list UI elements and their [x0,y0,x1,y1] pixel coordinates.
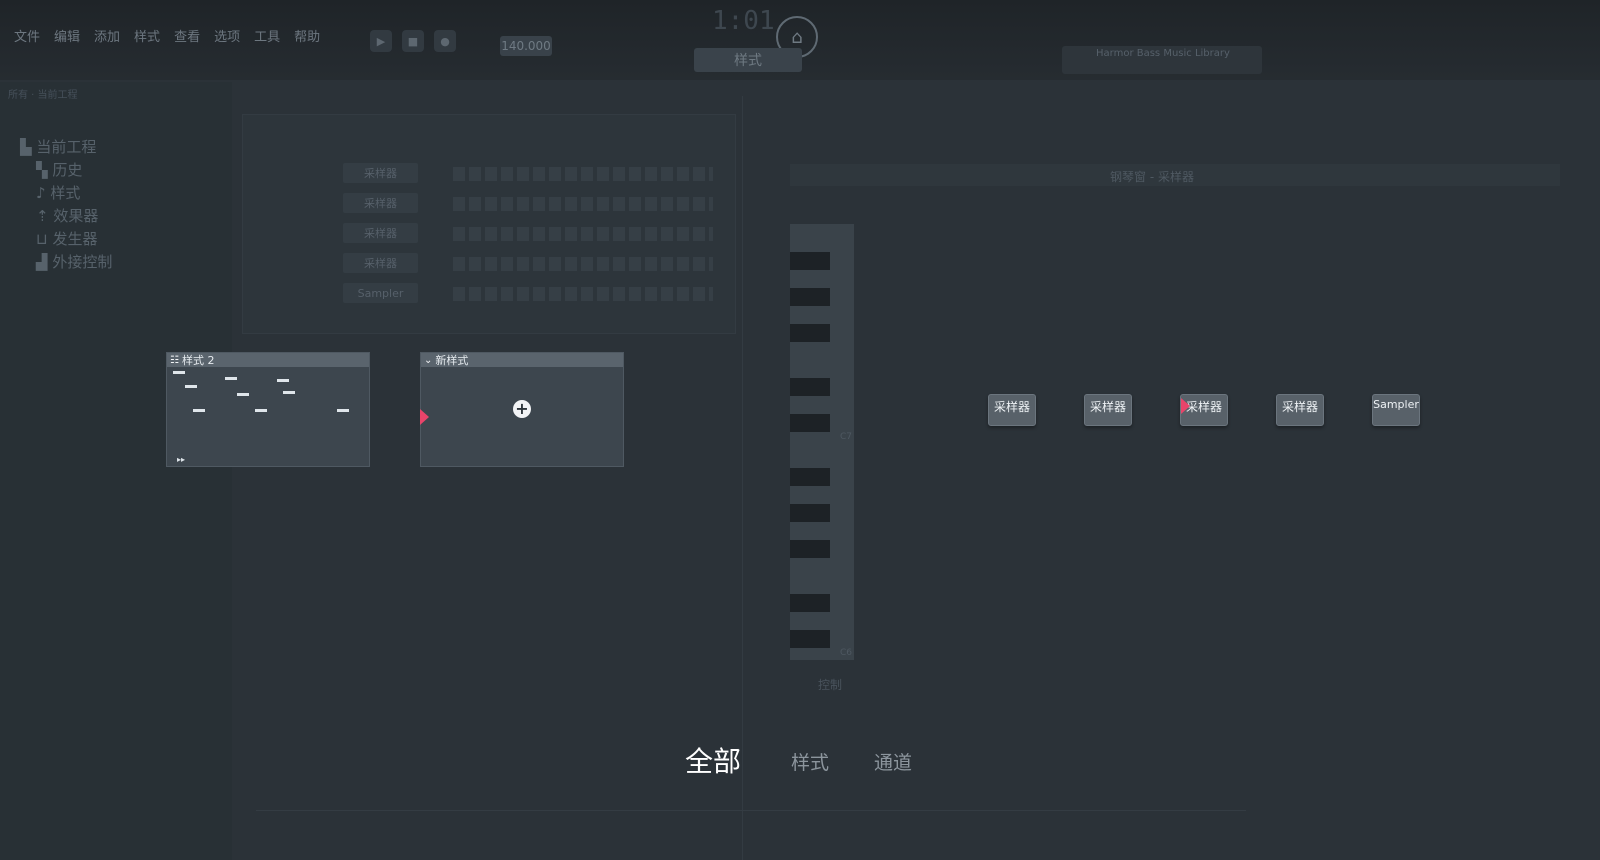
note-preview [255,409,267,412]
menu-help: 帮助 [294,30,321,45]
browser-path: 所有 · 当前工程 [8,90,78,101]
note-preview [193,409,205,412]
channel-button[interactable]: Sampler [1372,394,1420,426]
play-marker-icon [1181,398,1190,414]
pattern-card-title: ⌄ 新样式 [421,353,623,367]
pattern-selector: 样式 [694,48,802,72]
note-preview [283,391,295,394]
play-icon: ▶ [370,30,392,52]
black-key [790,414,830,432]
transport-controls: ▶ ■ ● [370,30,456,52]
news-panel: Harmor Bass Music Library [1062,46,1262,74]
time-display: 1:01 [712,6,775,36]
main-menu: 文件 编辑 添加 样式 查看 选项 工具 帮助 [14,26,320,45]
rack-row: 采样器 [343,163,418,183]
piano-roll-header: 钢琴窗 - 采样器 [790,164,1560,186]
menu-add: 添加 [94,30,121,45]
step-row [453,287,713,301]
rack-row: 采样器 [343,223,418,243]
control-label: 控制 [818,678,843,692]
chevron-down-icon: ⌄ [424,354,433,366]
tree-item-generators: ⊔ 发生器 [36,230,98,248]
note-preview [237,393,249,396]
channel-button[interactable]: 采样器 [988,394,1036,426]
channel-button[interactable]: 采样器 [1276,394,1324,426]
menu-view: 查看 [174,30,201,45]
black-key [790,324,830,342]
black-key [790,288,830,306]
black-key [790,504,830,522]
tree-item-remote: ▟ 外接控制 [36,253,113,271]
pattern-icon: ☷ [170,354,179,366]
tree-item-patterns: ♪ 样式 [36,184,81,202]
tab-channels[interactable]: 通道 [874,748,912,775]
note-preview [173,371,185,374]
black-key [790,468,830,486]
key-label: C7 [839,432,852,442]
piano-keys: C7 C6 [790,224,854,660]
channel-rack: 采样器 采样器 采样器 采样器 Sampler [242,114,736,334]
menu-file: 文件 [14,30,41,45]
rack-row: 采样器 [343,193,418,213]
tree-root: ▙ 当前工程 [20,138,97,156]
browser-tree: ▙ 当前工程 ▚ 历史 ♪ 样式 ⇡ 效果器 ⊔ 发生器 ▟ 外接控制 [20,136,112,274]
note-preview [337,409,349,412]
pattern-card-pattern-2[interactable]: ☷ 样式 2 ▸▸ [166,352,370,467]
pattern-card-new[interactable]: ⌄ 新样式 + [420,352,624,467]
black-key [790,630,830,648]
stop-icon: ■ [402,30,424,52]
piano-roll-title: 钢琴窗 - 采样器 [1110,170,1194,184]
play-marker-icon [420,409,429,425]
menu-patterns: 样式 [134,30,161,45]
add-pattern-icon[interactable]: + [513,400,531,418]
filter-tabs: 全部 样式 通道 [0,740,1600,780]
record-icon: ● [434,30,456,52]
step-row [453,257,713,271]
tempo-display: 140.000 [500,36,552,56]
tab-all[interactable]: 全部 [685,740,741,780]
menu-tools: 工具 [254,30,281,45]
step-row [453,197,713,211]
channel-button[interactable]: 采样器 [1084,394,1132,426]
tree-item-history: ▚ 历史 [36,161,83,179]
note-preview [185,385,197,388]
note-preview [277,379,289,382]
black-key [790,378,830,396]
menu-edit: 编辑 [54,30,81,45]
tree-item-effects: ⇡ 效果器 [36,207,99,225]
step-row [453,227,713,241]
divider [256,810,1246,811]
key-label: C6 [839,648,852,658]
menu-options: 选项 [214,30,241,45]
rack-row: Sampler [343,283,418,303]
black-key [790,594,830,612]
black-key [790,540,830,558]
tab-patterns[interactable]: 样式 [791,748,829,775]
expand-icon: ▸▸ [177,455,186,464]
rack-row: 采样器 [343,253,418,273]
pattern-card-title: ☷ 样式 2 [167,353,369,367]
step-row [453,167,713,181]
note-preview [225,377,237,380]
black-key [790,252,830,270]
